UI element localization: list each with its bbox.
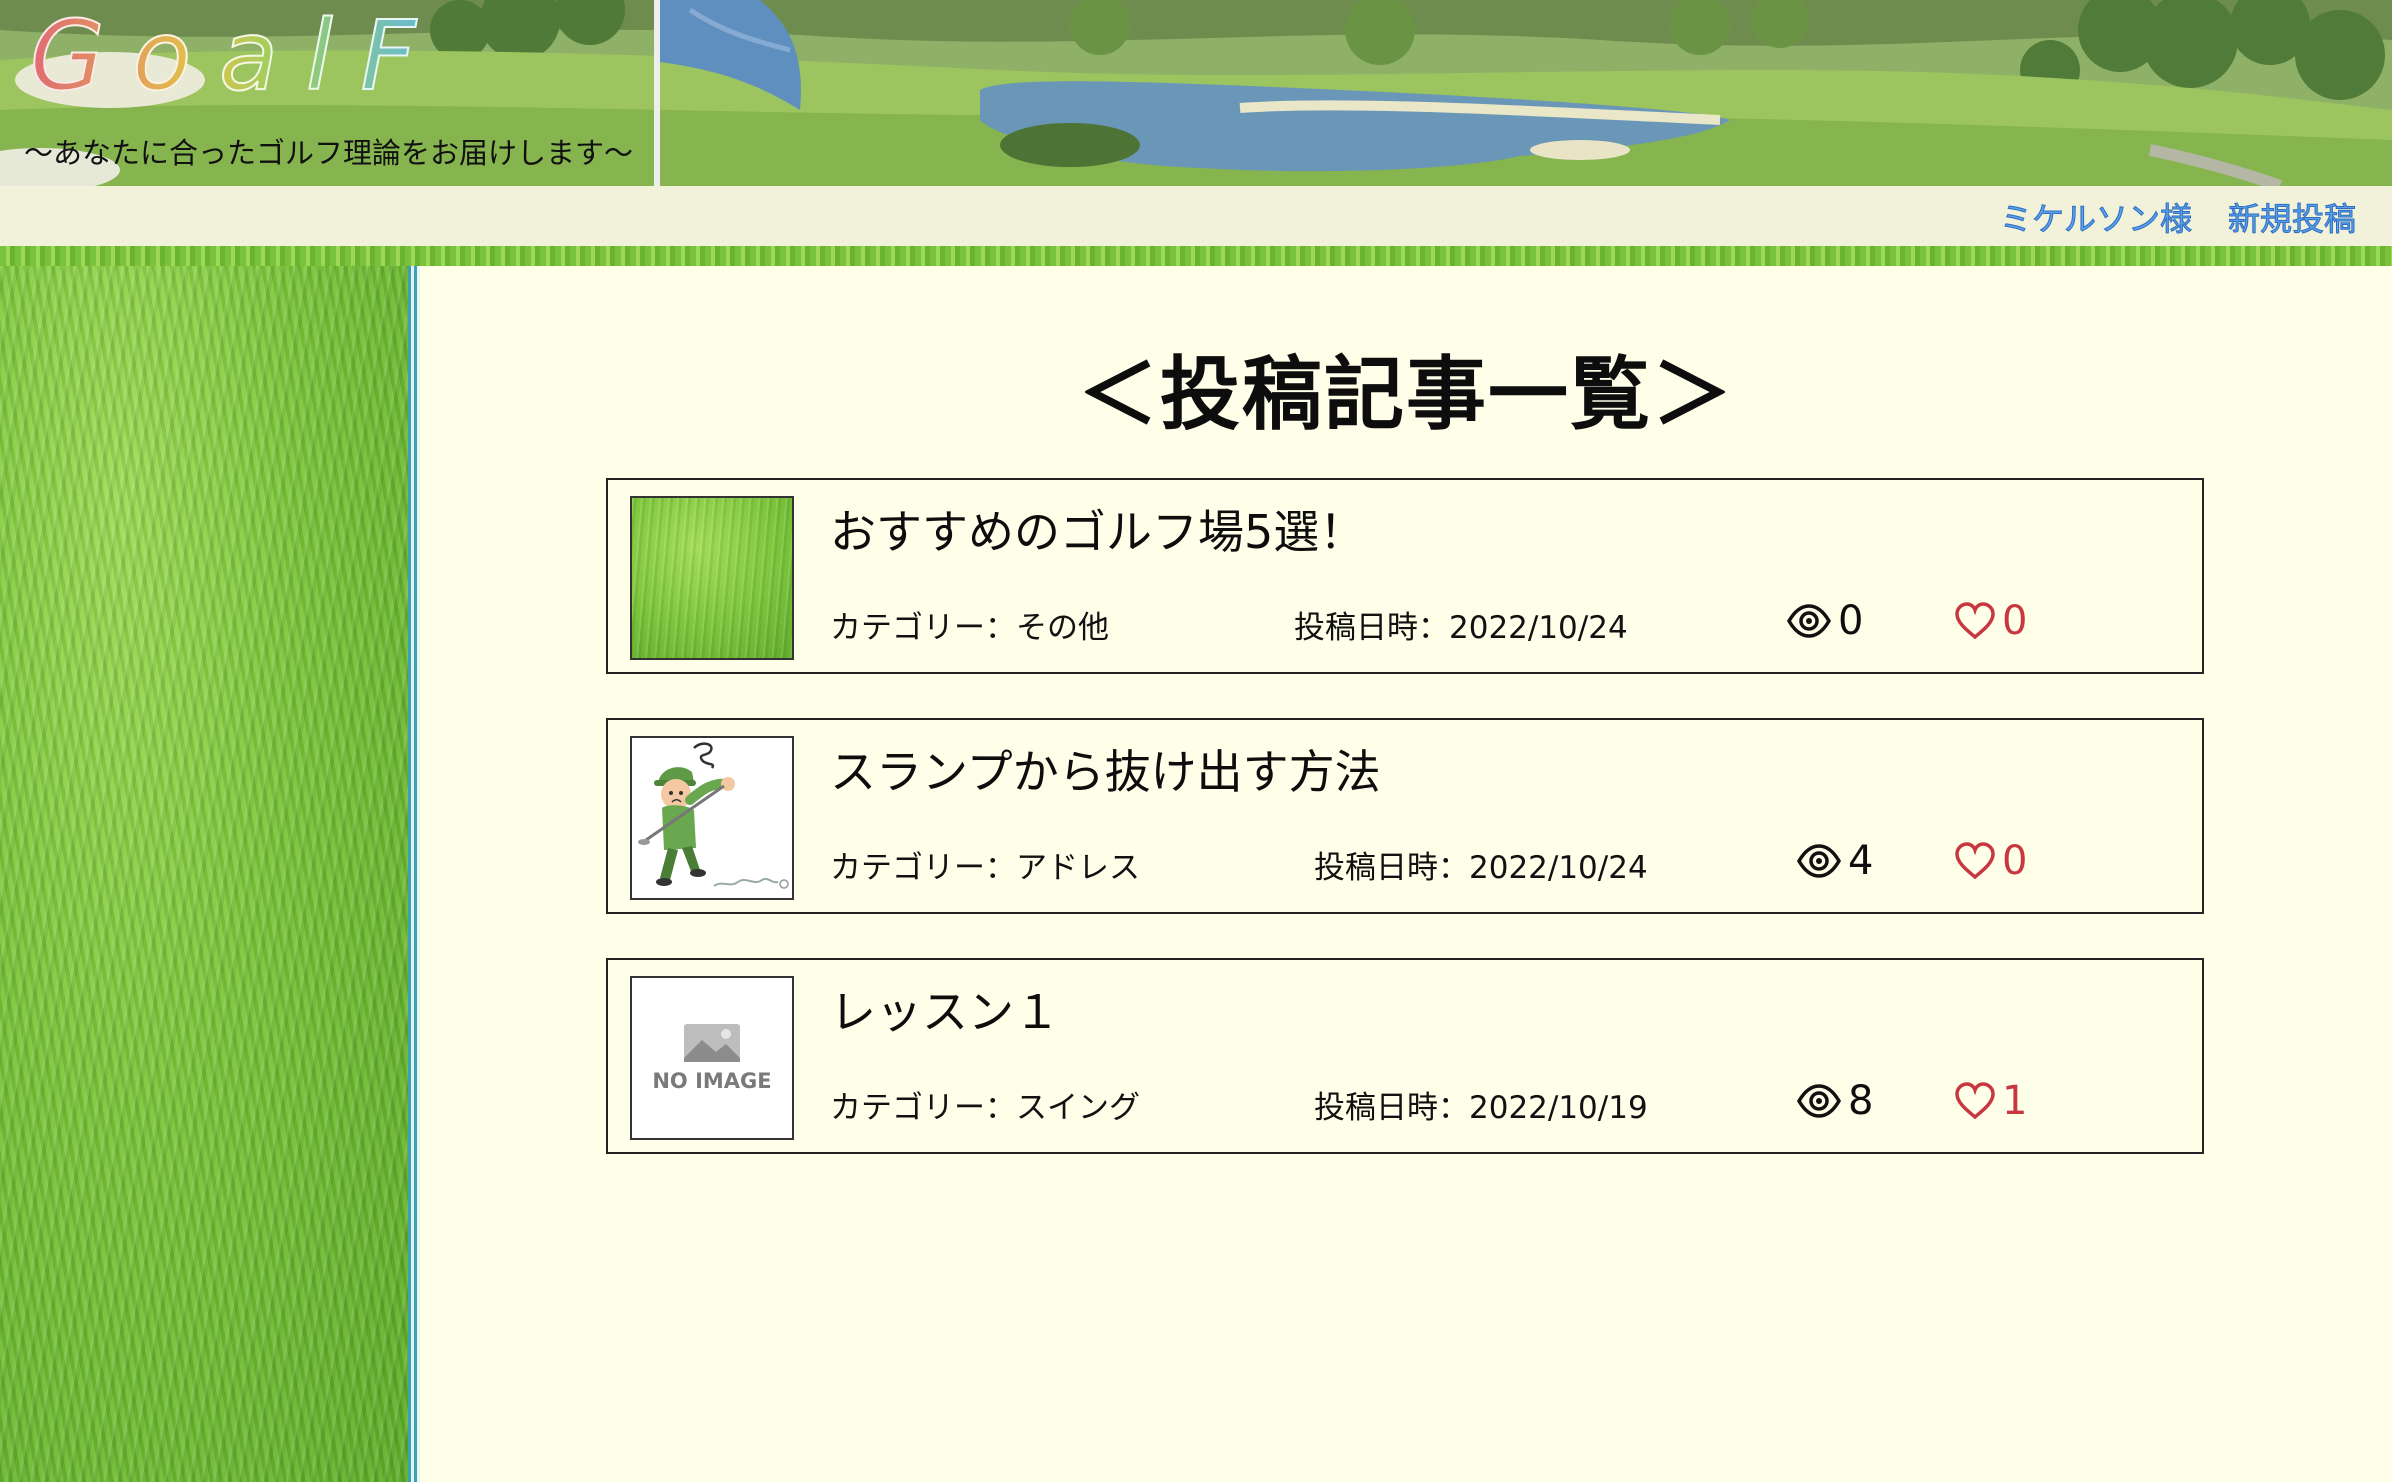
like-count: 1 xyxy=(2002,1078,2028,1124)
view-count: 4 xyxy=(1848,838,1874,884)
like-count: 0 xyxy=(2002,598,2028,644)
no-image-text: NO IMAGE xyxy=(652,1069,771,1093)
new-post-link[interactable]: 新規投稿 xyxy=(2227,194,2356,240)
eye-icon xyxy=(1796,844,1842,878)
post-date: 投稿日時：2022/10/24 xyxy=(1294,610,1628,646)
eye-icon xyxy=(1796,1084,1842,1118)
post-views: 4 xyxy=(1796,838,1873,884)
site-tagline: 〜あなたに合ったゴルフ理論をお届けします〜 xyxy=(24,136,634,170)
top-nav: ミケルソン様 新規投稿 xyxy=(0,186,2392,246)
post-title[interactable]: おすすめのゴルフ場5選！ xyxy=(830,496,1365,562)
view-count: 8 xyxy=(1848,1078,1874,1124)
heart-icon[interactable] xyxy=(1954,1082,1996,1120)
grass-thumbnail-image xyxy=(632,498,792,658)
post-likes[interactable]: 1 xyxy=(1954,1078,2027,1124)
post-likes[interactable]: 0 xyxy=(1954,838,2027,884)
post-date: 投稿日時：2022/10/19 xyxy=(1314,1090,1648,1126)
golfer-illustration-image xyxy=(632,738,792,898)
heart-icon[interactable] xyxy=(1954,602,1996,640)
site-logo[interactable]: GoalF xyxy=(29,7,444,105)
post-category: カテゴリー：スイング xyxy=(830,1090,1140,1126)
post-views: 0 xyxy=(1786,598,1863,644)
like-count: 0 xyxy=(2002,838,2028,884)
grass-strip xyxy=(0,246,2392,266)
eye-icon xyxy=(1786,604,1832,638)
post-card[interactable]: おすすめのゴルフ場5選！ カテゴリー：その他 投稿日時：2022/10/24 0… xyxy=(606,478,2204,674)
no-image-placeholder: NO IMAGE xyxy=(632,978,792,1138)
post-category: カテゴリー：アドレス xyxy=(830,850,1140,886)
nav-links: ミケルソン様 新規投稿 xyxy=(1999,194,2356,240)
page-title: ＜投稿記事一覧＞ xyxy=(1078,348,1734,441)
page: GoalF 〜あなたに合ったゴルフ理論をお届けします〜 ミケルソン様 新規投稿 … xyxy=(0,0,2392,1482)
post-date: 投稿日時：2022/10/24 xyxy=(1314,850,1648,886)
post-thumbnail[interactable] xyxy=(630,736,794,900)
post-card[interactable]: スランプから抜け出す方法 カテゴリー：アドレス 投稿日時：2022/10/24 … xyxy=(606,718,2204,914)
sidebar-divider xyxy=(408,266,420,1482)
post-card[interactable]: NO IMAGE レッスン１ カテゴリー：スイング 投稿日時：2022/10/1… xyxy=(606,958,2204,1154)
post-title[interactable]: スランプから抜け出す方法 xyxy=(830,736,1381,802)
post-title[interactable]: レッスン１ xyxy=(830,976,1060,1042)
post-thumbnail[interactable] xyxy=(630,496,794,660)
post-views: 8 xyxy=(1796,1078,1873,1124)
post-category: カテゴリー：その他 xyxy=(830,610,1109,646)
main-content: ＜投稿記事一覧＞ おすすめのゴルフ場5選！ カテゴリー：その他 投稿日時：202… xyxy=(420,266,2392,1482)
heart-icon[interactable] xyxy=(1954,842,1996,880)
post-likes[interactable]: 0 xyxy=(1954,598,2027,644)
user-profile-link[interactable]: ミケルソン様 xyxy=(1999,194,2192,240)
view-count: 0 xyxy=(1838,598,1864,644)
post-thumbnail[interactable]: NO IMAGE xyxy=(630,976,794,1140)
grass-sidebar-background xyxy=(0,266,408,1482)
header-banner: GoalF 〜あなたに合ったゴルフ理論をお届けします〜 xyxy=(0,0,2392,186)
